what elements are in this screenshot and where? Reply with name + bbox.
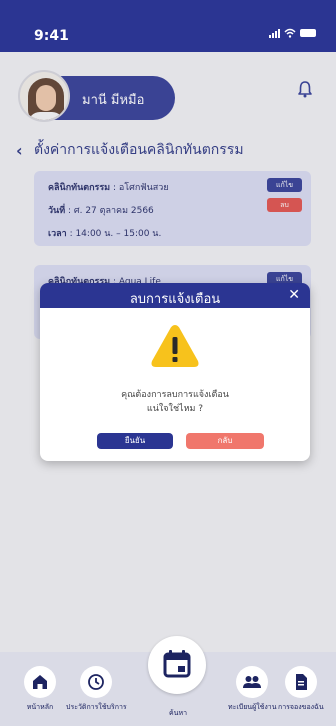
dialog-message-line1: คุณต้องการลบการแจ้งเตือน xyxy=(121,390,229,400)
battery-icon xyxy=(300,29,316,37)
document-icon xyxy=(295,674,307,690)
nav-booking[interactable]: การจองของฉัน xyxy=(278,666,324,713)
home-icon xyxy=(33,675,47,689)
calendar-icon xyxy=(163,650,191,678)
close-icon[interactable]: ✕ xyxy=(288,287,300,303)
warning-icon xyxy=(151,325,199,367)
dialog-message-line2: แน่ใจใช่ไหม ? xyxy=(146,404,204,414)
nav-register[interactable]: ทะเบียนผู้ใช้งาน xyxy=(228,666,277,713)
history-icon xyxy=(88,674,105,690)
search-nav-button[interactable] xyxy=(148,636,206,694)
status-time: 9:41 xyxy=(34,28,69,44)
wifi-icon xyxy=(284,28,296,38)
back-button[interactable]: กลับ xyxy=(186,433,264,449)
nav-search-label: ค้นหา xyxy=(168,709,187,717)
dialog-message: คุณต้องการลบการแจ้งเตือน แน่ใจใช่ไหม ? xyxy=(40,388,310,416)
app-screen: 9:41 มานี มีหมือ ‹ ตั้งค่าการแจ้งเตือนคล… xyxy=(0,0,336,726)
nav-home[interactable]: หน้าหลัก xyxy=(24,666,56,713)
status-icons xyxy=(269,28,316,38)
confirm-button[interactable]: ยืนยัน xyxy=(97,433,173,449)
dialog-title: ลบการแจ้งเตือน xyxy=(129,292,221,307)
dialog-header: ลบการแจ้งเตือน ✕ xyxy=(40,283,310,308)
delete-confirm-dialog: ลบการแจ้งเตือน ✕ คุณต้องการลบการแจ้งเตือ… xyxy=(40,283,310,461)
users-icon xyxy=(243,676,262,688)
status-bar: 9:41 xyxy=(0,0,336,52)
nav-history[interactable]: ประวัติการใช้บริการ xyxy=(66,666,127,713)
signal-icon xyxy=(269,28,280,38)
